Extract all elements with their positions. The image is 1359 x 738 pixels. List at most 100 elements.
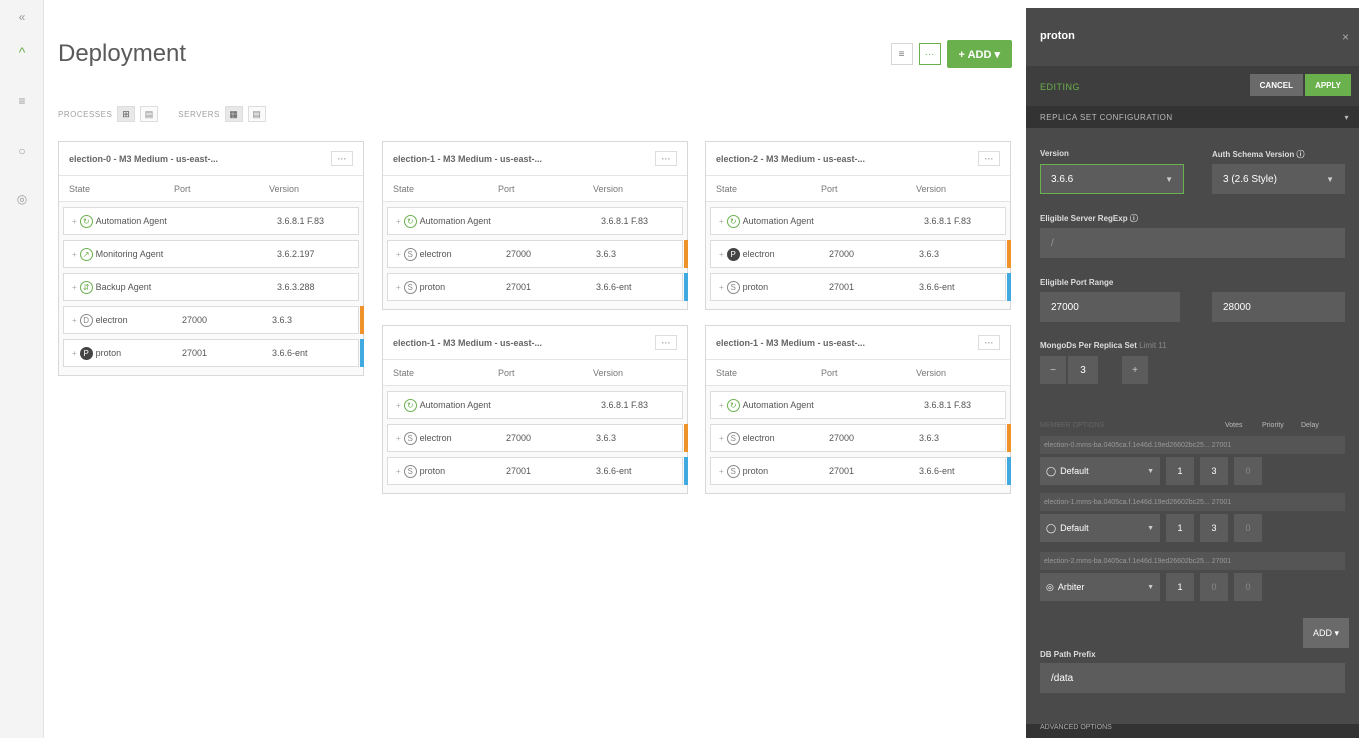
eligible-regex-label: Eligible Server RegExp ⓘ (1040, 214, 1138, 223)
delay-input[interactable]: 0 (1234, 514, 1262, 542)
expand-icon[interactable]: + (72, 250, 77, 259)
process-row[interactable]: + Pelectron 27000 3.6.3 (710, 240, 1011, 268)
column-header: State Port Version (383, 360, 687, 386)
process-row[interactable]: + Selectron 27000 3.6.3 (387, 240, 688, 268)
process-row[interactable]: + Delectron 27000 3.6.3 (63, 306, 364, 334)
card-more-button[interactable]: ··· (978, 335, 1000, 350)
votes-input[interactable]: 1 (1166, 514, 1194, 542)
expand-icon[interactable]: + (396, 250, 401, 259)
expand-icon[interactable]: + (396, 467, 401, 476)
replica-set-section-header[interactable]: REPLICA SET CONFIGURATION ▾ (1026, 106, 1359, 128)
server-card: election-2 - M3 Medium - us-east-... ···… (705, 141, 1011, 310)
expand-icon[interactable]: + (72, 217, 77, 226)
expand-icon[interactable]: + (719, 434, 724, 443)
process-name: Automation Agent (742, 216, 814, 226)
view-toggles: PROCESSES ⊞ ▤ SERVERS ▦ ▤ (58, 106, 266, 122)
process-row[interactable]: + ⇵ Backup Agent 3.6.3.288 (63, 273, 359, 301)
card-more-button[interactable]: ··· (978, 151, 1000, 166)
expand-icon[interactable]: + (396, 283, 401, 292)
advanced-options-header[interactable]: ADVANCED OPTIONS (1026, 724, 1359, 738)
mongods-count-input[interactable]: 3 (1068, 356, 1098, 384)
port-range-from-input[interactable]: 27000 (1040, 292, 1180, 322)
activity-icon[interactable]: ○ (0, 144, 44, 158)
expand-icon[interactable]: + (719, 467, 724, 476)
version-select[interactable]: 3.6.6 ▼ (1040, 164, 1184, 194)
processes-label: PROCESSES (58, 109, 113, 119)
close-icon[interactable]: × (1342, 30, 1349, 44)
member-type-select[interactable]: ◯ Default ▼ (1040, 514, 1160, 542)
process-name: electron (419, 433, 452, 443)
process-version: 3.6.3 (596, 433, 617, 443)
auth-schema-select[interactable]: 3 (2.6 Style) ▼ (1212, 164, 1345, 194)
process-row[interactable]: + ↻ Automation Agent 3.6.8.1 F.83 (387, 207, 683, 235)
mongods-decrement-button[interactable]: − (1040, 356, 1066, 384)
processes-list-button[interactable]: ▤ (140, 106, 159, 122)
arbiter-icon: ◎ (1046, 581, 1054, 592)
votes-input[interactable]: 1 (1166, 573, 1194, 601)
process-name: proton (419, 282, 446, 292)
state-column: State (393, 183, 415, 194)
process-row[interactable]: + ↗ Monitoring Agent 3.6.2.197 (63, 240, 359, 268)
process-row[interactable]: + Sproton 27001 3.6.6-ent (710, 457, 1011, 485)
cancel-button[interactable]: CANCEL (1249, 74, 1303, 96)
view-toggle-button[interactable]: ≡ (890, 43, 913, 65)
expand-icon[interactable]: + (396, 434, 401, 443)
process-row[interactable]: + Sproton 27001 3.6.6-ent (387, 273, 688, 301)
process-version: 3.6.3 (919, 249, 940, 259)
process-row[interactable]: + ↻ Automation Agent 3.6.8.1 F.83 (710, 391, 1006, 419)
process-row[interactable]: + Pproton 27001 3.6.6-ent (63, 339, 364, 367)
process-row[interactable]: + Selectron 27000 3.6.3 (387, 424, 688, 452)
expand-icon[interactable]: + (72, 283, 77, 292)
processes-grid-button[interactable]: ⊞ (117, 106, 136, 122)
process-name: Monitoring Agent (95, 249, 164, 259)
add-button[interactable]: + ADD ▾ (946, 40, 1012, 68)
process-row[interactable]: + ↻ Automation Agent 3.6.8.1 F.83 (387, 391, 683, 419)
member-type-select[interactable]: ◎ Arbiter ▼ (1040, 573, 1160, 601)
priority-input[interactable]: 0 (1200, 573, 1228, 601)
port-range-to-input[interactable]: 28000 (1212, 292, 1345, 322)
port-column: Port (821, 183, 838, 194)
expand-icon[interactable]: + (719, 401, 724, 410)
expand-icon[interactable]: + (396, 217, 401, 226)
process-row[interactable]: + Selectron 27000 3.6.3 (710, 424, 1011, 452)
delay-column: Delay (1301, 422, 1319, 429)
delay-input[interactable]: 0 (1234, 457, 1262, 485)
automation-agent-icon: ↻ (403, 214, 417, 228)
member-type-select[interactable]: ◯ Default ▼ (1040, 457, 1160, 485)
eligible-regex-input[interactable]: / (1040, 228, 1345, 258)
servers-list-button[interactable]: ▤ (247, 106, 266, 122)
card-title: election-1 - M3 Medium - us-east-... (716, 337, 866, 348)
apply-button[interactable]: APPLY (1305, 74, 1351, 96)
process-row[interactable]: + Sproton 27001 3.6.6-ent (387, 457, 688, 485)
member-row: ◎ Arbiter ▼ 1 0 0 (1040, 572, 1345, 602)
priority-input[interactable]: 3 (1200, 457, 1228, 485)
card-more-button[interactable]: ··· (655, 151, 677, 166)
servers-grid-button[interactable]: ▦ (224, 106, 243, 122)
expand-icon[interactable]: + (72, 349, 77, 358)
card-more-button[interactable]: ··· (331, 151, 353, 166)
settings-icon[interactable]: ◎ (0, 192, 44, 206)
card-more-button[interactable]: ··· (655, 335, 677, 350)
votes-input[interactable]: 1 (1166, 457, 1194, 485)
db-path-input[interactable]: /data (1040, 663, 1345, 693)
list-icon[interactable]: ≡ (0, 94, 44, 108)
process-row[interactable]: + ↻ Automation Agent 3.6.8.1 F.83 (710, 207, 1006, 235)
process-row[interactable]: + Sproton 27001 3.6.6-ent (710, 273, 1011, 301)
expand-icon[interactable]: + (719, 283, 724, 292)
expand-icon[interactable]: + (719, 250, 724, 259)
priority-input[interactable]: 3 (1200, 514, 1228, 542)
process-port: 27000 (829, 433, 855, 443)
deployment-icon[interactable]: ^ (0, 44, 44, 60)
expand-icon[interactable]: + (719, 217, 724, 226)
expand-icon[interactable]: + (396, 401, 401, 410)
process-row[interactable]: + ↻ Automation Agent 3.6.8.1 F.83 (63, 207, 359, 235)
port-column: Port (498, 183, 515, 194)
expand-icon[interactable]: + (72, 316, 77, 325)
collapse-icon[interactable]: « (0, 10, 44, 24)
add-member-button[interactable]: ADD ▾ (1302, 618, 1349, 648)
mongods-increment-button[interactable]: + (1122, 356, 1148, 384)
member-options-label: MEMBER OPTIONS (1040, 422, 1105, 429)
more-button[interactable]: ··· (918, 43, 941, 65)
delay-input[interactable]: 0 (1234, 573, 1262, 601)
state-column: State (69, 183, 91, 194)
